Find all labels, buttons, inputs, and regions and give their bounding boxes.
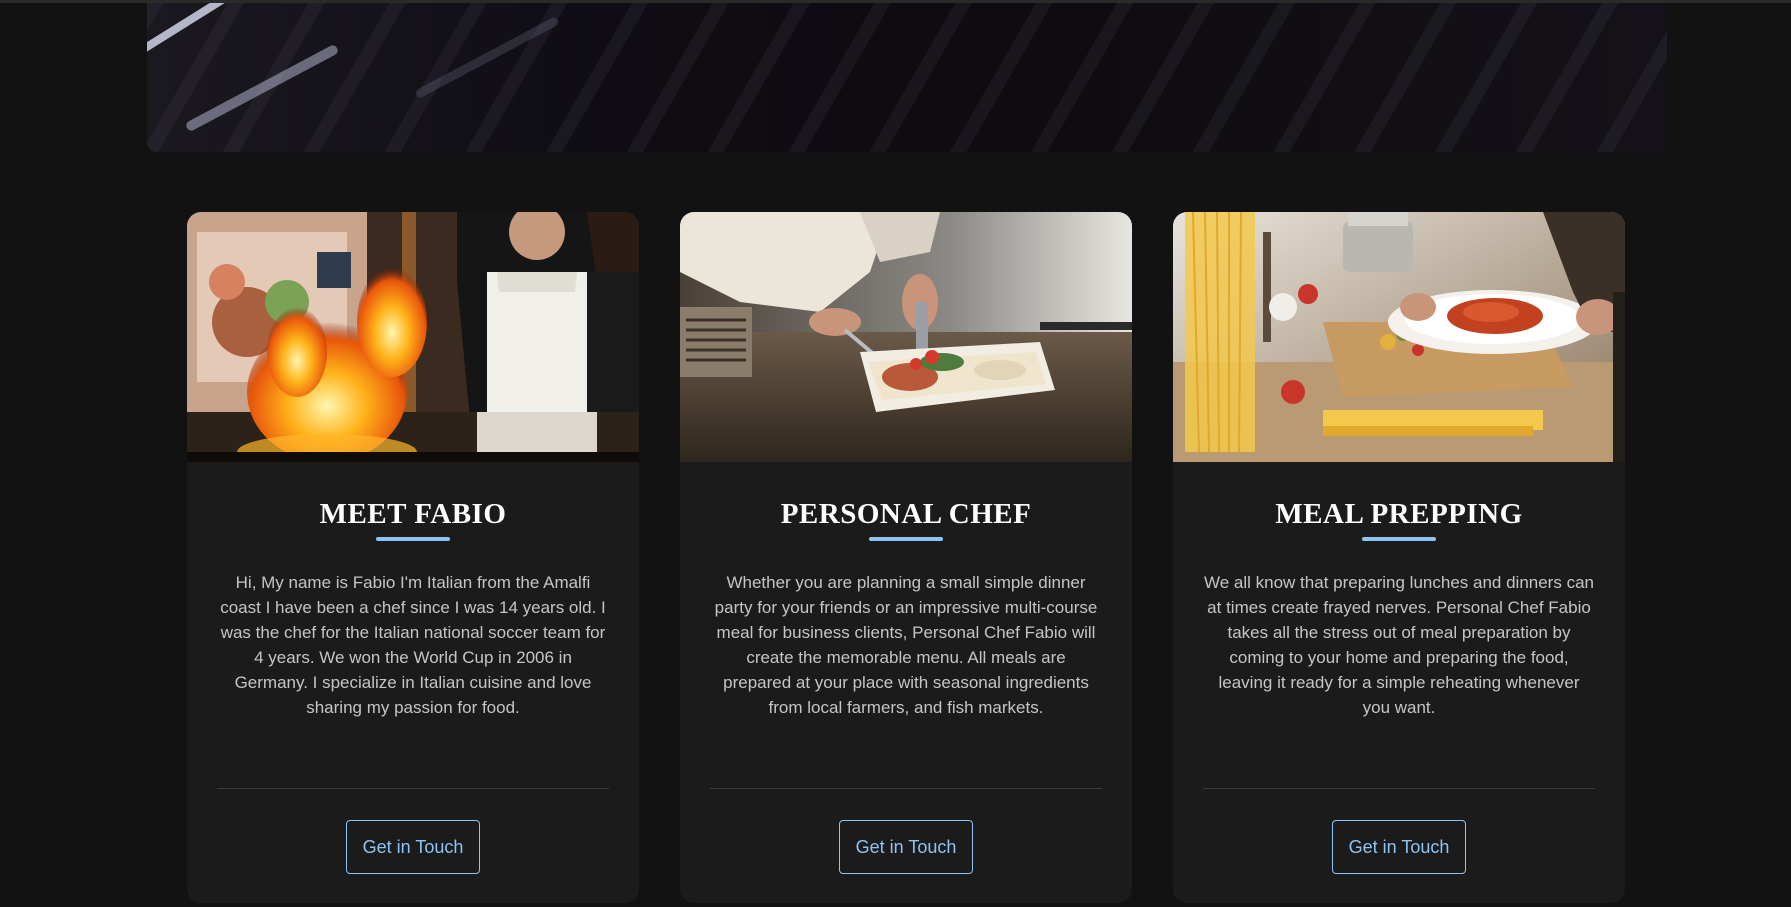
pasta-preparation-image xyxy=(1173,212,1625,462)
chef-flambe-illustration xyxy=(187,212,639,462)
card-divider xyxy=(1203,788,1595,789)
title-underline xyxy=(869,537,943,541)
card-description: Hi, My name is Fabio I'm Italian from th… xyxy=(220,573,606,717)
card-personal-chef: PERSONAL CHEF Whether you are planning a… xyxy=(680,212,1132,903)
chef-flambe-image xyxy=(187,212,639,462)
card-title: MEAL PREPPING xyxy=(1275,498,1523,530)
title-underline xyxy=(376,537,450,541)
title-underline xyxy=(1362,537,1436,541)
chef-plating-illustration xyxy=(680,212,1132,462)
hero-grill-texture xyxy=(147,3,1667,152)
hero-banner-image xyxy=(147,3,1667,152)
card-meet-fabio: MEET FABIO Hi, My name is Fabio I'm Ital… xyxy=(187,212,639,903)
get-in-touch-button[interactable]: Get in Touch xyxy=(839,820,973,874)
card-description: We all know that preparing lunches and d… xyxy=(1204,573,1594,717)
card-title: PERSONAL CHEF xyxy=(780,498,1032,530)
card-divider xyxy=(217,788,609,789)
card-meal-prepping: MEAL PREPPING We all know that preparing… xyxy=(1173,212,1625,903)
get-in-touch-button[interactable]: Get in Touch xyxy=(346,820,480,874)
chef-plating-image xyxy=(680,212,1132,462)
card-description: Whether you are planning a small simple … xyxy=(714,573,1098,717)
card-title: MEET FABIO xyxy=(319,498,507,530)
card-divider xyxy=(710,788,1102,789)
get-in-touch-button[interactable]: Get in Touch xyxy=(1332,820,1466,874)
pasta-preparation-illustration xyxy=(1173,212,1625,462)
